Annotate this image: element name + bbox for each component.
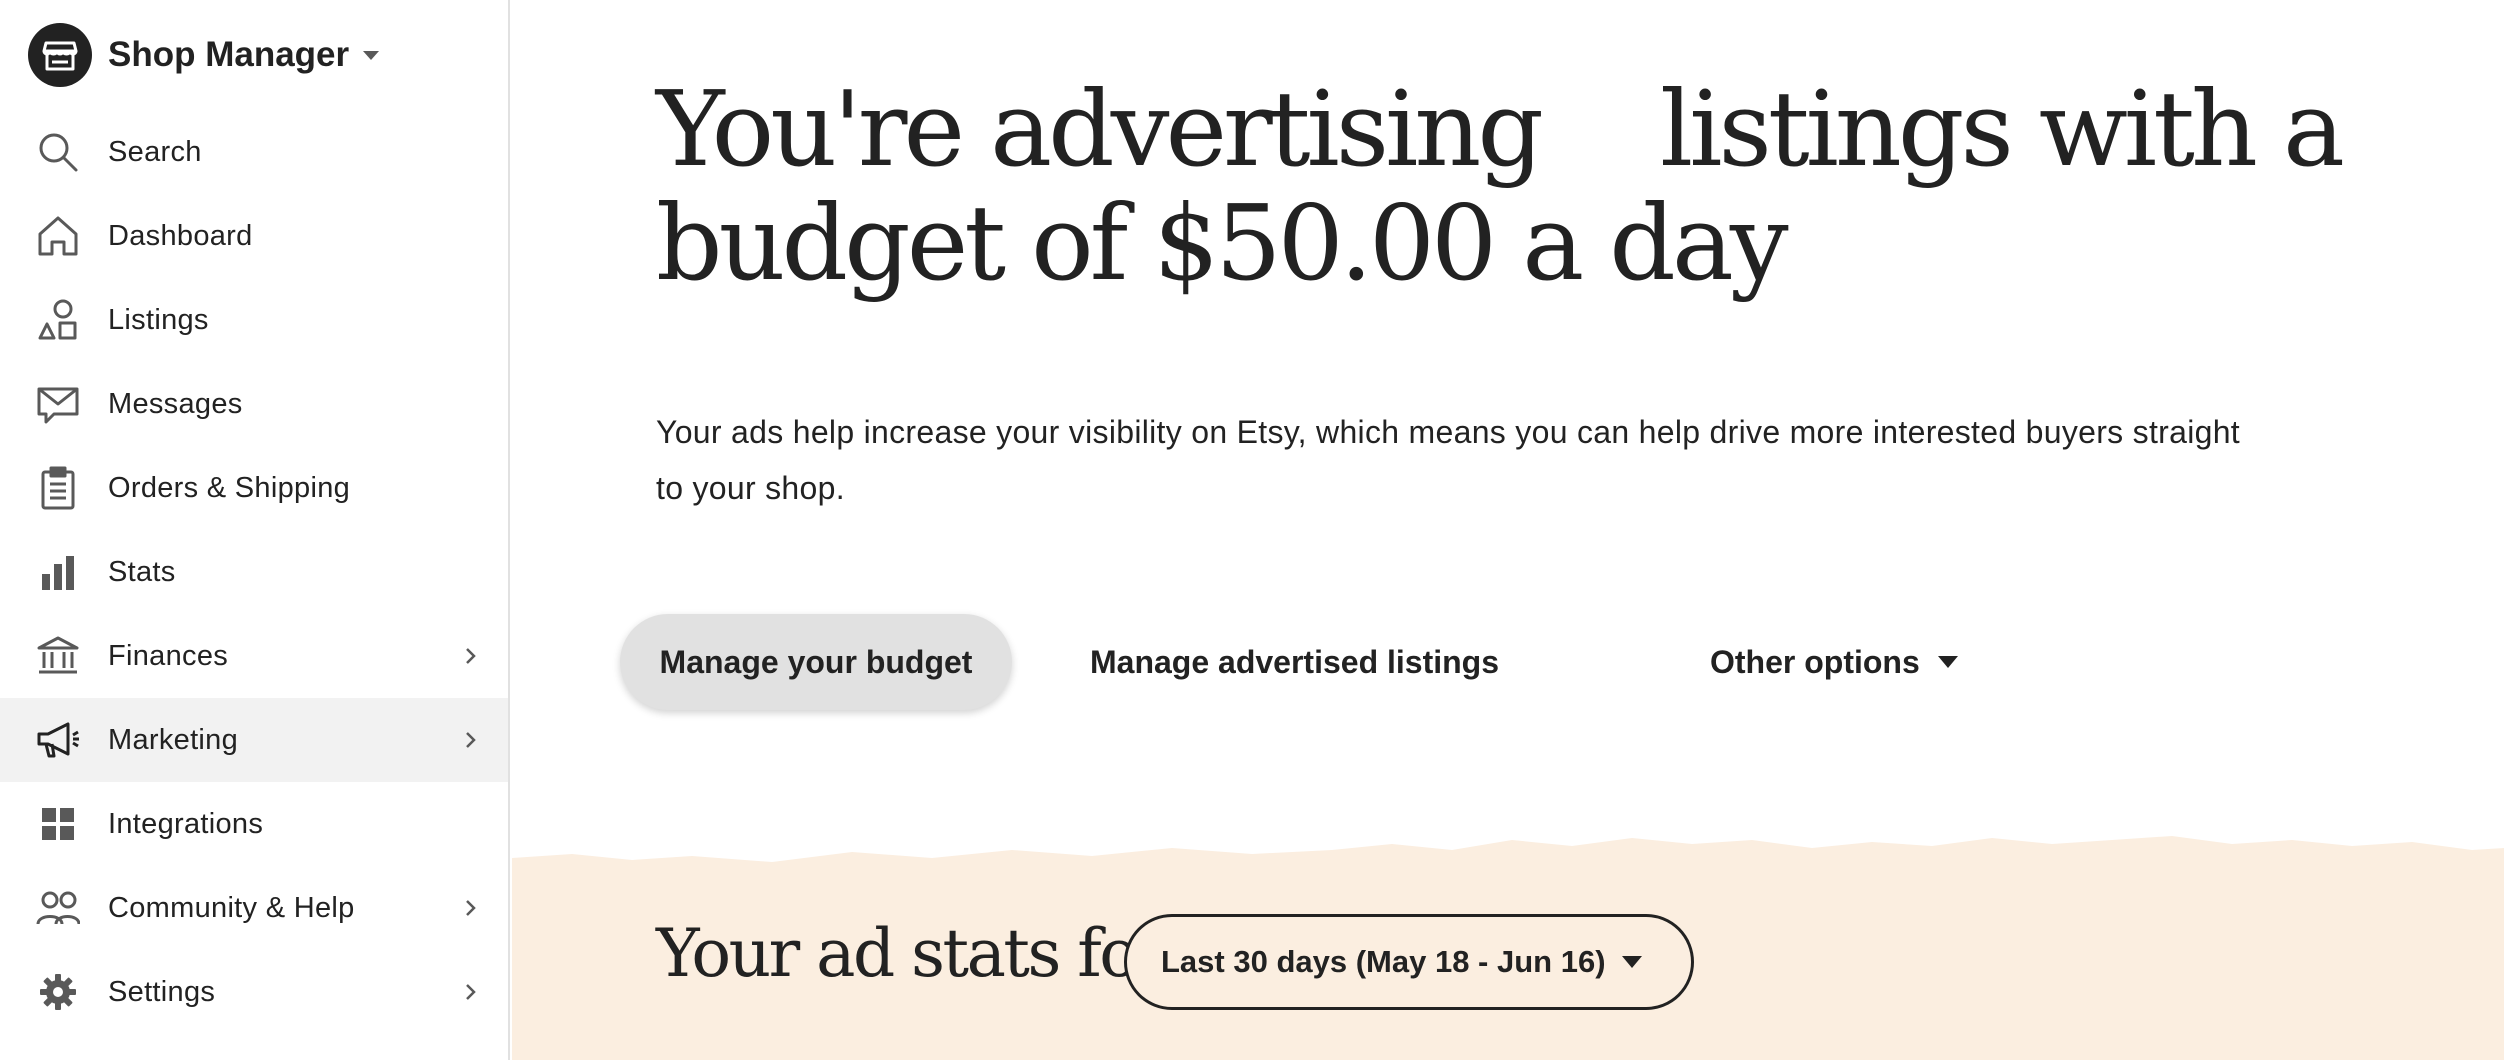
caret-down-icon [1937, 656, 1958, 668]
sidebar-item-messages[interactable]: Messages [0, 362, 508, 446]
sidebar-item-label: Integrations [108, 807, 264, 840]
sidebar: Shop Manager Search Dashboard Listings M… [0, 0, 510, 1060]
date-range-label: Last 30 days (May 18 - Jun 16) [1161, 944, 1606, 979]
caret-down-icon [363, 50, 380, 60]
sidebar-item-label: Stats [108, 555, 176, 588]
sidebar-item-label: Messages [108, 387, 243, 420]
home-icon [36, 214, 80, 258]
ad-actions: Manage your budget Manage advertised lis… [620, 614, 2020, 710]
sidebar-item-integrations[interactable]: Integrations [0, 782, 508, 866]
grid-icon [36, 802, 80, 846]
sidebar-item-marketing[interactable]: Marketing [0, 698, 508, 782]
headline-part-1: You're advertising [656, 68, 1544, 190]
ad-stats-heading: Your ad stats for [656, 915, 1168, 992]
main-content: You're advertising listings with a budget… [512, 0, 2504, 1060]
clipboard-icon [36, 466, 80, 510]
manage-budget-button[interactable]: Manage your budget [620, 614, 1012, 710]
sidebar-item-dashboard[interactable]: Dashboard [0, 194, 508, 278]
sidebar-item-label: Settings [108, 975, 216, 1008]
sidebar-item-label: Dashboard [108, 219, 253, 252]
gear-icon [36, 970, 80, 1014]
sidebar-item-label: Search [108, 135, 202, 168]
chevron-right-icon [466, 984, 476, 1000]
sidebar-nav: Search Dashboard Listings Messages Order… [0, 110, 508, 1034]
shop-manager-app: Shop Manager Search Dashboard Listings M… [0, 0, 2504, 1060]
chevron-right-icon [466, 900, 476, 916]
envelope-icon [36, 382, 80, 426]
sidebar-item-listings[interactable]: Listings [0, 278, 508, 362]
chevron-right-icon [466, 648, 476, 664]
caret-down-icon [1621, 956, 1642, 968]
sidebar-item-community-help[interactable]: Community & Help [0, 866, 508, 950]
sidebar-item-orders-shipping[interactable]: Orders & Shipping [0, 446, 508, 530]
sidebar-item-search[interactable]: Search [0, 110, 508, 194]
bar-chart-icon [36, 550, 80, 594]
other-options-label: Other options [1710, 643, 1920, 680]
shop-manager-menu[interactable]: Shop Manager [28, 22, 380, 88]
sidebar-item-settings[interactable]: Settings [0, 950, 508, 1034]
page-headline: You're advertising listings with a budget… [656, 72, 2356, 300]
ad-stats-section: Your ad stats for Last 30 days (May 18 -… [512, 810, 2504, 1060]
shop-manager-title: Shop Manager [108, 35, 350, 74]
search-icon [36, 130, 80, 174]
bank-icon [36, 634, 80, 678]
megaphone-icon [36, 718, 80, 762]
sidebar-item-stats[interactable]: Stats [0, 530, 508, 614]
people-icon [36, 886, 80, 930]
sidebar-item-label: Marketing [108, 723, 239, 756]
ads-description: Your ads help increase your visibility o… [656, 414, 2240, 506]
manage-advertised-listings-button[interactable]: Manage advertised listings [1090, 614, 1499, 710]
other-options-dropdown[interactable]: Other options [1710, 614, 1958, 710]
store-icon [28, 23, 92, 87]
shapes-icon [36, 298, 80, 342]
chevron-right-icon [466, 732, 476, 748]
sidebar-item-label: Community & Help [108, 891, 355, 924]
sidebar-item-label: Orders & Shipping [108, 471, 351, 504]
sidebar-item-label: Finances [108, 639, 229, 672]
sidebar-item-label: Listings [108, 303, 209, 336]
manage-advertised-listings-label: Manage advertised listings [1090, 643, 1500, 680]
sidebar-item-finances[interactable]: Finances [0, 614, 508, 698]
date-range-select[interactable]: Last 30 days (May 18 - Jun 16) [1124, 914, 1694, 1010]
